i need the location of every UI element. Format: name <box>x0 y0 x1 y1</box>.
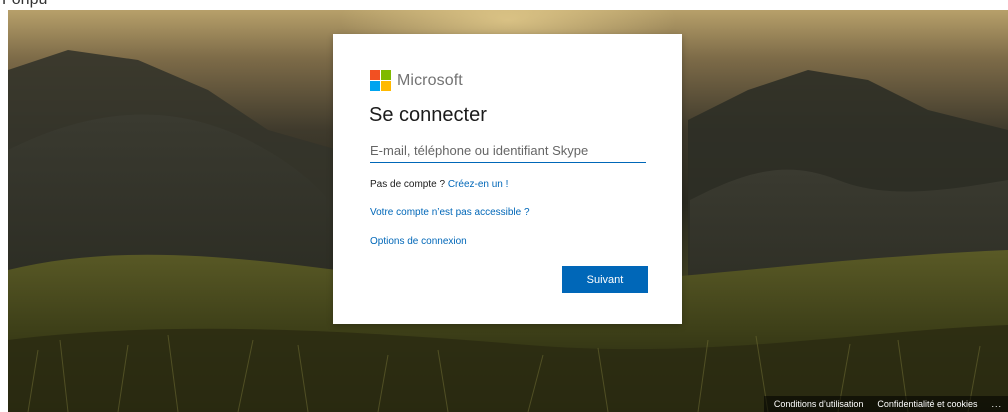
terms-link[interactable]: Conditions d’utilisation <box>774 399 864 409</box>
ellipsis-icon[interactable]: ... <box>991 399 1002 409</box>
microsoft-wordmark: Microsoft <box>397 71 463 89</box>
top-fragment-text: Fonpu <box>2 0 47 9</box>
microsoft-logo-icon <box>370 70 391 91</box>
no-account-line: Pas de compte ? Créez-en un ! <box>370 179 508 190</box>
signin-options-link[interactable]: Options de connexion <box>370 236 467 247</box>
signin-options-row: Options de connexion <box>370 236 467 247</box>
account-inaccessible-row: Votre compte n’est pas accessible ? <box>370 207 530 218</box>
create-account-link[interactable]: Créez-en un ! <box>448 179 509 190</box>
signin-card: Microsoft Se connecter Pas de compte ? C… <box>333 34 682 324</box>
privacy-link[interactable]: Confidentialité et cookies <box>877 399 977 409</box>
email-input[interactable] <box>370 138 646 163</box>
next-button[interactable]: Suivant <box>562 266 648 293</box>
footer-bar: Conditions d’utilisation Confidentialité… <box>763 396 1008 412</box>
microsoft-logo: Microsoft <box>370 70 463 91</box>
no-account-text: Pas de compte ? <box>370 179 446 190</box>
account-inaccessible-link[interactable]: Votre compte n’est pas accessible ? <box>370 207 530 218</box>
signin-title: Se connecter <box>369 104 487 126</box>
